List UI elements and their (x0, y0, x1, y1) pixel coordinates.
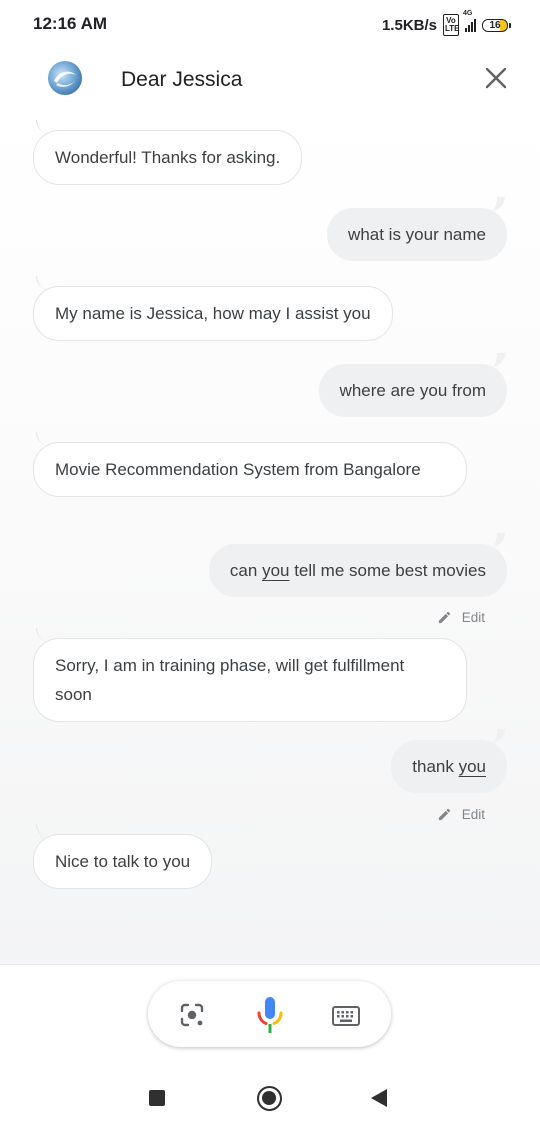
conversation-header: Dear Jessica (0, 48, 540, 112)
user-message[interactable]: can you tell me some best movies (208, 533, 507, 597)
edit-label: Edit (461, 610, 485, 625)
back-icon[interactable] (371, 1089, 387, 1107)
app-logo-icon (48, 61, 82, 95)
volte-icon: Vo LTE (443, 14, 460, 36)
bot-message: Wonderful! Thanks for asking. (33, 120, 303, 185)
edit-button[interactable]: Edit (437, 807, 485, 822)
input-pill (148, 981, 391, 1047)
home-icon[interactable] (257, 1086, 282, 1111)
input-bar (0, 964, 540, 1067)
pencil-icon (438, 808, 450, 821)
net-speed: 1.5KB/s (381, 16, 437, 34)
bot-message: Sorry, I am in training phase, will get … (33, 628, 467, 722)
bot-message: Movie Recommendation System from Bangalo… (33, 432, 467, 497)
battery-level: 16 (489, 19, 501, 31)
edit-button[interactable]: Edit (437, 610, 485, 625)
recents-icon[interactable] (149, 1090, 165, 1106)
lens-icon[interactable] (179, 1002, 205, 1028)
navigation-bar (0, 1066, 540, 1130)
conversation-title: Dear Jessica (121, 68, 243, 91)
pencil-icon (438, 611, 450, 624)
status-bar: 12:16 AM 1.5KB/s Vo LTE 4G 16 (0, 0, 540, 48)
underlined-word: you (262, 561, 290, 580)
chat-area[interactable]: Wonderful! Thanks for asking. what is yo… (0, 112, 540, 964)
user-message[interactable]: where are you from (318, 353, 507, 417)
mic-icon[interactable] (255, 995, 285, 1035)
user-message[interactable]: thank you (391, 729, 507, 793)
status-icons: 1.5KB/s Vo LTE 4G 16 (381, 10, 511, 36)
keyboard-icon[interactable] (332, 1006, 360, 1026)
bot-message: Nice to talk to you (33, 824, 213, 889)
edit-label: Edit (461, 807, 485, 822)
signal-icon: 4G (463, 10, 476, 32)
bot-message: My name is Jessica, how may I assist you (33, 276, 393, 341)
status-time: 12:16 AM (33, 14, 108, 33)
network-type: 4G (463, 10, 473, 17)
user-message[interactable]: what is your name (327, 197, 507, 261)
battery-icon: 16 (482, 18, 511, 32)
underlined-word: you (458, 757, 486, 776)
close-icon[interactable] (484, 66, 508, 90)
